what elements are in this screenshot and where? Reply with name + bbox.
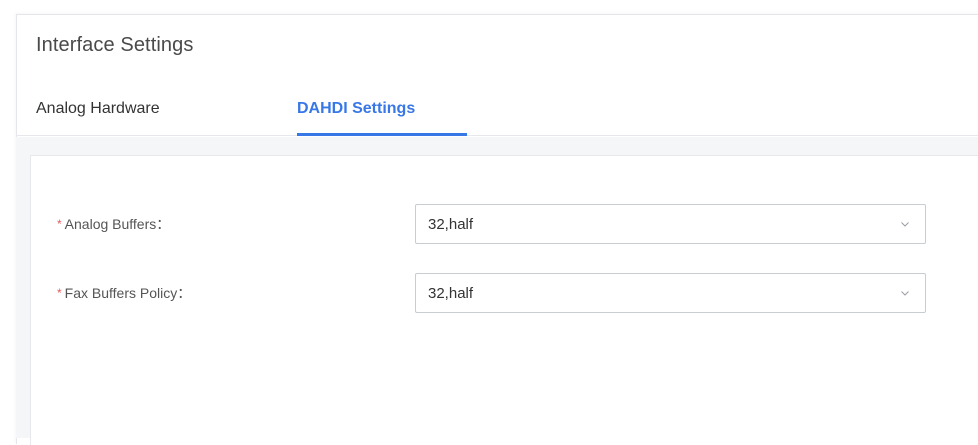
chevron-down-icon <box>901 222 909 227</box>
analog-buffers-value: 32,half <box>428 216 474 233</box>
analog-buffers-label: * Analog Buffers： <box>57 214 170 234</box>
analog-buffers-label-text: Analog Buffers： <box>64 216 171 232</box>
fax-buffers-policy-value: 32,half <box>428 285 474 302</box>
fax-buffers-policy-label: * Fax Buffers Policy： <box>57 283 191 303</box>
fax-buffers-policy-select[interactable]: 32,half <box>415 273 926 313</box>
panel-background <box>16 137 978 157</box>
active-tab-indicator <box>297 133 467 136</box>
fax-buffers-policy-label-text: Fax Buffers Policy： <box>64 285 192 301</box>
form-row-analog-buffers: * Analog Buffers： 32,half <box>57 204 937 244</box>
panel-background-left <box>16 137 30 438</box>
tab-bar: Analog Hardware DAHDI Settings <box>16 88 978 136</box>
tab-dahdi-settings[interactable]: DAHDI Settings <box>297 98 415 120</box>
analog-buffers-select[interactable]: 32,half <box>415 204 926 244</box>
form-row-fax-buffers-policy: * Fax Buffers Policy： 32,half <box>57 273 937 313</box>
page-title: Interface Settings <box>36 34 194 56</box>
tab-analog-hardware[interactable]: Analog Hardware <box>36 98 160 120</box>
chevron-down-icon <box>901 291 909 296</box>
required-mark: * <box>57 286 62 300</box>
required-mark: * <box>57 217 62 231</box>
